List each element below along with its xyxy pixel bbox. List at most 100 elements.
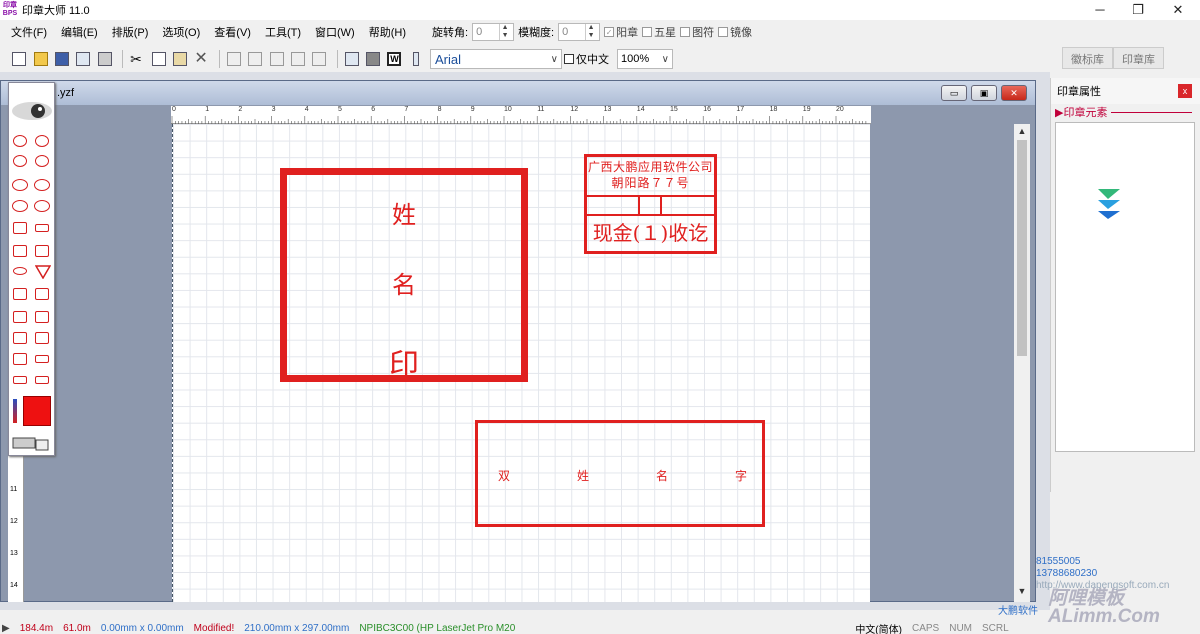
cash-received-stamp[interactable]: 广西大鹏应用软件公司 朝阳路７７号 现金(１)收讫	[584, 154, 717, 254]
blur-spinner[interactable]: 0 ▲ ▼	[558, 23, 601, 41]
name-stamp[interactable]: 姓 名 印	[280, 168, 528, 383]
align-center-button[interactable]	[246, 49, 264, 69]
only-chinese-checkbox[interactable]: 仅中文	[564, 51, 609, 67]
five-star-label: 五星	[654, 27, 677, 39]
menu-edit[interactable]: 编辑(E)	[54, 24, 105, 40]
close-button[interactable]: ✕	[1158, 0, 1198, 20]
graphic-checkbox[interactable]: 图符	[680, 24, 714, 40]
save-icon	[55, 52, 70, 66]
stamp-color-swatch[interactable]	[23, 396, 51, 426]
delete-button[interactable]: ✕	[192, 49, 210, 69]
font-family-select[interactable]: Arial ∨	[430, 49, 562, 69]
menu-tools[interactable]: 工具(T)	[258, 24, 308, 40]
menu-layout[interactable]: 排版(P)	[105, 24, 156, 40]
oval-line-stamp-icon[interactable]	[34, 179, 50, 191]
scroll-up-icon[interactable]: ▲	[1014, 126, 1030, 136]
print-button[interactable]	[96, 49, 114, 69]
ruler-label: 17	[736, 106, 745, 113]
wide-line-stamp-icon[interactable]	[35, 376, 49, 384]
spinner-arrows-icon[interactable]: ▲ ▼	[499, 24, 510, 40]
ime-status: 中文(简体)	[855, 624, 902, 634]
strip-stamp-icon[interactable]	[35, 355, 49, 363]
align-left-button[interactable]	[225, 49, 243, 69]
round-stamp-icon[interactable]	[35, 135, 49, 147]
tab-logo-library[interactable]: 徽标库	[1062, 47, 1113, 69]
save-as-button[interactable]	[74, 49, 92, 69]
square-grid-stamp-icon[interactable]	[13, 222, 27, 234]
vruler-label: 12	[10, 518, 18, 525]
quad-stamp-icon[interactable]	[13, 288, 27, 300]
rotation-toolbar: 旋转角: 0 ▲ ▼ 模糊度: 0 ▲ ▼ ✓ 阳章 五星 图符 镜像	[428, 20, 928, 44]
doc-close-button[interactable]: ✕	[1001, 85, 1027, 101]
cursor-y: 61.0m	[63, 622, 91, 634]
menu-bar: 文件(F) 编辑(E) 排版(P) 选项(O) 查看(V) 工具(T) 窗口(W…	[0, 20, 428, 44]
menu-options[interactable]: 选项(O)	[155, 24, 207, 40]
graphic-label: 图符	[692, 27, 715, 39]
document-name: .yzf	[57, 87, 75, 99]
rect-strip-stamp-icon[interactable]	[35, 224, 49, 232]
paste-button[interactable]	[171, 49, 189, 69]
menu-view[interactable]: 查看(V)	[207, 24, 258, 40]
oval-double-stamp-icon[interactable]	[12, 200, 28, 212]
maximize-button[interactable]: ❐	[1118, 0, 1158, 20]
export-button[interactable]	[342, 49, 360, 69]
rotation-spinner[interactable]: 0 ▲ ▼	[472, 23, 515, 41]
oval-star-stamp-icon[interactable]	[34, 200, 50, 212]
grid-split-stamp-icon[interactable]	[35, 332, 49, 344]
seal-icon	[366, 52, 381, 66]
double-column-stamp-icon[interactable]	[35, 311, 49, 323]
doc-restore-button[interactable]: ▣	[971, 85, 997, 101]
cursor-x: 184.4m	[19, 622, 54, 634]
scroll-down-icon[interactable]: ▼	[1014, 586, 1030, 596]
num-status: NUM	[949, 622, 972, 634]
elements-list[interactable]	[1055, 122, 1195, 452]
grid-stamp-icon[interactable]	[13, 332, 27, 344]
panel-close-button[interactable]: x	[1178, 84, 1192, 98]
yang-checkbox[interactable]: ✓ 阳章	[604, 24, 638, 40]
cut-button[interactable]: ✂	[128, 49, 146, 69]
ruler-label: 2	[238, 106, 243, 113]
seal-tool-button[interactable]	[364, 49, 382, 69]
more-tools-button[interactable]	[407, 49, 425, 69]
mirror-checkbox[interactable]: 镜像	[718, 24, 752, 40]
round-double-stamp-icon[interactable]	[35, 155, 49, 167]
vruler-label: 11	[10, 486, 18, 493]
stamp-tool-icon[interactable]	[12, 435, 52, 453]
double-name-stamp[interactable]: 双 姓 名 字	[475, 420, 765, 527]
zoom-select[interactable]: 100% ∨	[617, 49, 673, 69]
align-top-button[interactable]	[289, 49, 307, 69]
five-star-checkbox[interactable]: 五星	[642, 24, 676, 40]
triangle-stamp-icon[interactable]	[35, 265, 51, 279]
align-right-button[interactable]	[267, 49, 285, 69]
menu-help[interactable]: 帮助(H)	[362, 24, 413, 40]
save-button[interactable]	[53, 49, 71, 69]
block-stamp-icon[interactable]	[13, 353, 27, 365]
copy-button[interactable]	[149, 49, 167, 69]
vertical-scrollbar[interactable]: ▲ ▼	[1014, 124, 1030, 602]
ruler-label: 16	[703, 106, 711, 113]
tab-stamp-library[interactable]: 印章库	[1113, 47, 1164, 69]
grid-icon	[269, 52, 284, 66]
spinner-arrows-icon[interactable]: ▲ ▼	[585, 24, 596, 40]
square-split-stamp-icon[interactable]	[35, 245, 49, 257]
stamp-app-icon: 印章 BPS	[2, 2, 18, 17]
doc-minimize-button[interactable]: ▭	[941, 85, 967, 101]
menu-window[interactable]: 窗口(W)	[308, 24, 362, 40]
open-button[interactable]	[31, 49, 49, 69]
stamp-elements-header[interactable]: ▶印章元素	[1051, 104, 1200, 120]
name-quad-stamp-icon[interactable]	[13, 311, 27, 323]
tri-split-stamp-icon[interactable]	[35, 288, 49, 300]
oval-stamp-icon[interactable]	[12, 179, 28, 191]
round-line-stamp-icon[interactable]	[13, 155, 27, 167]
square-stamp-icon[interactable]	[13, 245, 27, 257]
scrollbar-thumb[interactable]	[1017, 140, 1027, 356]
eye-shape-stamp-icon[interactable]	[13, 267, 27, 275]
align-bottom-button[interactable]	[310, 49, 328, 69]
word-button[interactable]: W	[385, 49, 403, 69]
round-star-stamp-icon[interactable]	[13, 135, 27, 147]
minimize-button[interactable]: ─	[1080, 0, 1120, 20]
new-doc-button[interactable]	[10, 49, 28, 69]
menu-file[interactable]: 文件(F)	[4, 24, 54, 40]
wide-stamp-icon[interactable]	[13, 376, 27, 384]
color-gradient-icon[interactable]	[13, 399, 17, 423]
